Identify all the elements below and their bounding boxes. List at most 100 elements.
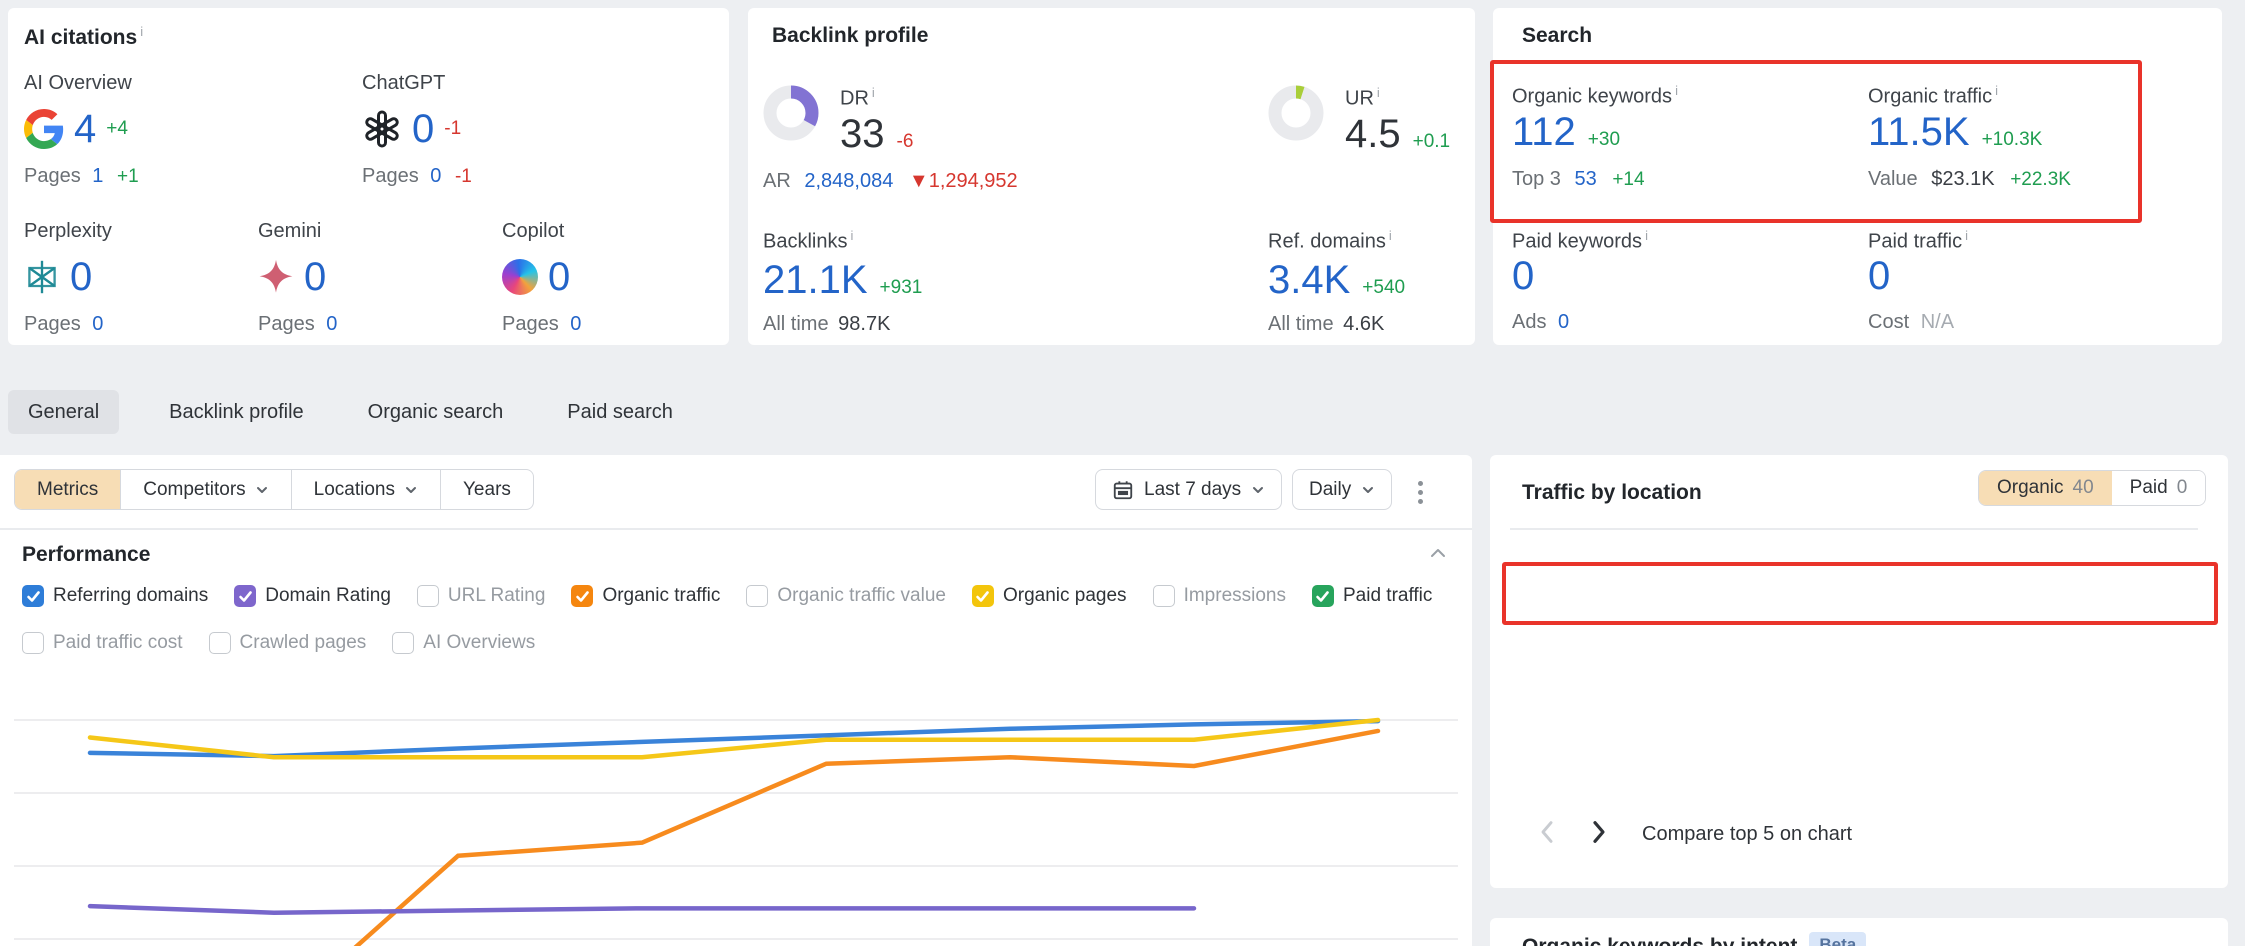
organic-keywords-label: Organic keywordsi [1512, 83, 1678, 109]
ai-citations-value[interactable]: 0 [548, 257, 570, 297]
checkbox-label: Paid traffic cost [53, 632, 183, 654]
locations-dropdown[interactable]: Locations [291, 470, 440, 509]
info-icon[interactable]: i [1995, 83, 1998, 98]
backlinks-value[interactable]: 21.1K [763, 260, 868, 300]
keywords-by-intent-card: Organic keywords by intentBeta [1490, 918, 2228, 946]
gemini-icon [258, 259, 294, 295]
info-icon[interactable]: i [1389, 228, 1392, 243]
checkbox-box [392, 632, 414, 654]
search-title: Search [1522, 24, 1592, 48]
checkbox-box [571, 585, 593, 607]
granularity-dropdown[interactable]: Daily [1292, 469, 1392, 510]
ref-domains-value[interactable]: 3.4K [1268, 260, 1350, 300]
checkbox-domain-rating[interactable]: Domain Rating [234, 585, 391, 607]
paid-traffic-label: Paid traffici [1868, 228, 1968, 254]
info-icon[interactable]: i [140, 24, 143, 39]
checkbox-organic-traffic[interactable]: Organic traffic [571, 585, 720, 607]
organic-toggle[interactable]: Organic40 [1979, 471, 2112, 505]
checkbox-crawled-pages[interactable]: Crawled pages [209, 632, 367, 654]
checkbox-label: AI Overviews [423, 632, 535, 654]
competitors-dropdown[interactable]: Competitors [120, 470, 290, 509]
dr-value: 33 [840, 114, 885, 154]
cost-row: Cost N/A [1868, 311, 1954, 334]
organic-traffic-value[interactable]: 11.5K [1868, 112, 1970, 152]
checkbox-box [972, 585, 994, 607]
google-icon [24, 109, 64, 149]
compare-top5-link[interactable]: Compare top 5 on chart [1642, 823, 1852, 846]
info-icon[interactable]: i [850, 228, 853, 243]
backlink-profile-title: Backlink profile [772, 24, 928, 48]
collapse-chevron-icon[interactable] [1428, 543, 1448, 568]
info-icon[interactable]: i [1645, 228, 1648, 243]
paid-traffic-value[interactable]: 0 [1868, 254, 1890, 298]
date-range-dropdown[interactable]: Last 7 days [1095, 469, 1282, 510]
checkbox-label: Domain Rating [265, 585, 391, 607]
info-icon[interactable]: i [1377, 85, 1380, 100]
copilot-icon [502, 259, 538, 295]
checkbox-box [417, 585, 439, 607]
ai-source-name: Copilot [502, 220, 581, 243]
ref-domains-delta: +540 [1362, 277, 1405, 299]
tab-general[interactable]: General [8, 390, 119, 434]
ai-citations-value[interactable]: 0 [304, 257, 326, 297]
checkbox-paid-traffic-cost[interactable]: Paid traffic cost [22, 632, 183, 654]
checkbox-box [22, 585, 44, 607]
ai-citations-value[interactable]: 0 [412, 109, 434, 149]
next-page-icon[interactable] [1590, 820, 1608, 849]
ai-citations-value[interactable]: 0 [70, 257, 92, 297]
ai-citation-gemini: Gemini 0 Pages 0 [258, 220, 337, 336]
info-icon[interactable]: i [1965, 228, 1968, 243]
tab-organic-search[interactable]: Organic search [354, 390, 518, 434]
checkbox-organic-pages[interactable]: Organic pages [972, 585, 1127, 607]
tab-backlink-profile[interactable]: Backlink profile [155, 390, 318, 434]
checkbox-impressions[interactable]: Impressions [1153, 585, 1286, 607]
years-button[interactable]: Years [440, 470, 533, 509]
organic-traffic-label: Organic traffici [1868, 83, 1998, 109]
checkbox-box [1153, 585, 1175, 607]
ai-pages-row: Pages 0 [258, 313, 337, 336]
organic-keywords-value[interactable]: 112 [1512, 112, 1576, 152]
metrics-filter-group: Metrics Competitors Locations Years [14, 469, 534, 510]
ai-citations-delta: +4 [106, 118, 128, 140]
metric-checkbox-row-2: Paid traffic cost Crawled pages AI Overv… [22, 632, 535, 654]
metric-checkbox-row-1: Referring domains Domain Rating URL Rati… [22, 585, 1432, 607]
checkbox-box [746, 585, 768, 607]
checkbox-label: Organic traffic value [777, 585, 946, 607]
performance-title: Performance [22, 543, 150, 567]
info-icon[interactable]: i [1675, 83, 1678, 98]
checkbox-label: Crawled pages [240, 632, 367, 654]
checkbox-ai-overviews[interactable]: AI Overviews [392, 632, 535, 654]
checkbox-box [209, 632, 231, 654]
prev-page-icon[interactable] [1538, 820, 1556, 849]
more-options-kebab-icon[interactable] [1412, 475, 1429, 510]
checkbox-box [22, 632, 44, 654]
calendar-icon [1112, 479, 1134, 501]
ref-domains-alltime: All time 4.6K [1268, 313, 1384, 336]
checkbox-box [1312, 585, 1334, 607]
info-icon[interactable]: i [872, 85, 875, 100]
annotation-box-south-korea [1502, 562, 2218, 625]
ai-citations-value[interactable]: 4 [74, 109, 96, 149]
ai-pages-row: Pages 0 -1 [362, 165, 472, 188]
tab-paid-search[interactable]: Paid search [553, 390, 687, 434]
paid-toggle[interactable]: Paid0 [2112, 471, 2206, 505]
traffic-by-location-card: Traffic by location Organic40 Paid0 Loca… [1490, 455, 2228, 888]
metrics-button[interactable]: Metrics [15, 470, 120, 509]
checkbox-box [234, 585, 256, 607]
checkbox-label: Paid traffic [1343, 585, 1432, 607]
organic-keywords-delta: +30 [1588, 129, 1620, 151]
ai-source-name: Perplexity [24, 220, 112, 243]
perplexity-icon [24, 259, 60, 295]
checkbox-organic-traffic-value[interactable]: Organic traffic value [746, 585, 946, 607]
checkbox-label: URL Rating [448, 585, 546, 607]
checkbox-url-rating[interactable]: URL Rating [417, 585, 546, 607]
traffic-by-location-title: Traffic by location [1522, 481, 1702, 505]
ai-pages-row: Pages 0 [24, 313, 112, 336]
performance-chart[interactable] [0, 655, 1472, 946]
paid-keywords-value[interactable]: 0 [1512, 254, 1534, 298]
checkbox-paid-traffic[interactable]: Paid traffic [1312, 585, 1432, 607]
ai-citations-delta: -1 [444, 118, 461, 140]
top3-row: Top 3 53 +14 [1512, 168, 1645, 191]
checkbox-referring-domains[interactable]: Referring domains [22, 585, 208, 607]
backlink-profile-card: Backlink profile DRi 33 -6 AR 2,848,084 … [748, 8, 1475, 345]
